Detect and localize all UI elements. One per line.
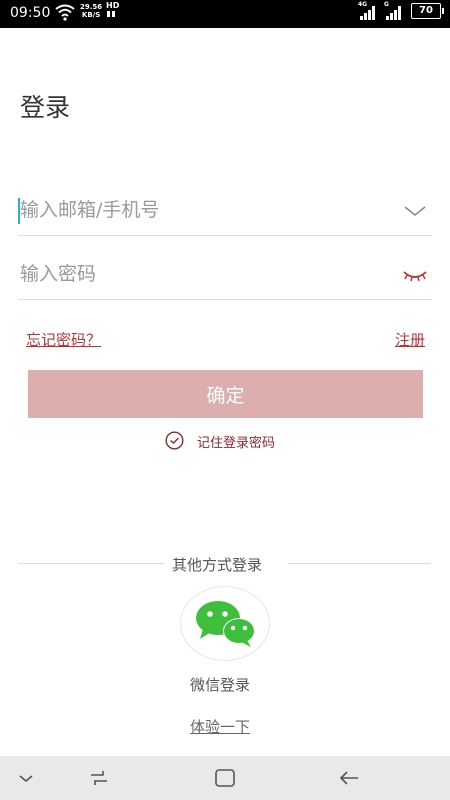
other-login-label: 其他方式登录 [172,556,263,574]
register-link[interactable]: 注册 [395,329,425,350]
eye-closed-icon[interactable] [402,264,428,286]
status-time: 09:50 [10,5,51,21]
data-arrows-icon [107,11,115,17]
network-speed: 29.56 KB/S [80,3,102,19]
hd-indicator: HD [106,2,119,20]
remember-password-label: 记住登录密码 [197,436,276,451]
password-field [18,250,432,300]
login-screen: 09:50 29.56 KB/S HD 4G G 70 登录 输入邮箱/手机号 … [0,0,450,800]
forgot-password-link[interactable]: 忘记密码？ [26,329,101,350]
chevron-down-icon[interactable] [402,200,428,222]
chevron-down-icon[interactable] [14,766,38,790]
recent-apps-icon[interactable] [87,766,111,790]
wechat-icon [196,601,255,647]
divider-right [288,563,431,564]
divider-left [18,563,164,564]
battery-indicator: 70 [411,3,444,19]
trial-link[interactable]: 体验一下 [190,716,250,737]
wechat-login-label[interactable]: 微信登录 [190,674,250,695]
network-speed-value: 29.56 [80,3,103,11]
hd-label: HD [106,1,120,10]
password-input[interactable] [20,250,390,298]
confirm-button[interactable]: 确定 [28,370,423,418]
back-arrow-icon[interactable] [337,766,361,790]
account-field [18,186,432,236]
account-input[interactable] [20,186,390,234]
home-icon[interactable] [213,766,237,790]
page-title: 登录 [20,93,71,122]
network-speed-unit: KB/S [81,11,101,19]
check-circle-icon [165,431,184,450]
wechat-login-button[interactable] [180,586,270,661]
navigation-bar [0,756,450,800]
status-bar: 09:50 29.56 KB/S HD 4G G 70 [0,0,450,28]
signal-icon [386,6,401,20]
signal-icon [360,6,375,20]
wifi-icon [55,4,75,21]
